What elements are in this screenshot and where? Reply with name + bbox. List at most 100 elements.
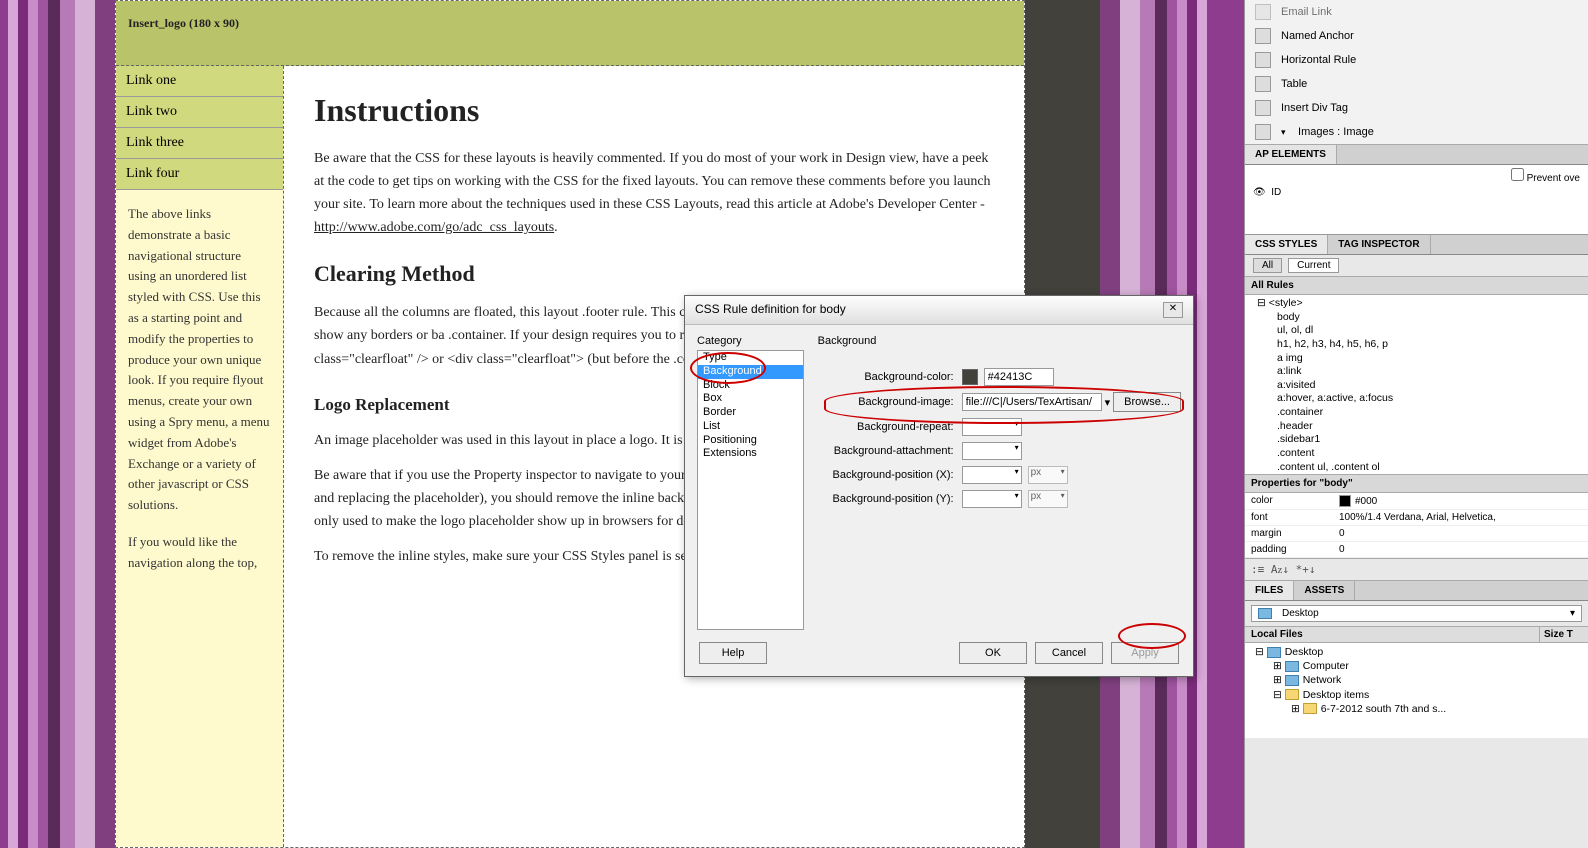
rule-headings[interactable]: h1, h2, h3, h4, h5, h6, p [1249, 338, 1584, 352]
bgposx-dropdown[interactable] [962, 466, 1022, 484]
dialog-title-text: CSS Rule definition for body [695, 302, 846, 318]
insert-email-link[interactable]: Email Link [1245, 0, 1588, 24]
css-subtab-current[interactable]: Current [1288, 258, 1339, 273]
insert-div-tag[interactable]: Insert Div Tag [1245, 96, 1588, 120]
ok-button[interactable]: OK [959, 642, 1027, 664]
insert-images[interactable]: ▾ Images : Image [1245, 120, 1588, 144]
assets-tab[interactable]: ASSETS [1294, 581, 1355, 600]
rule-sidebar1[interactable]: .sidebar1 [1249, 433, 1584, 447]
cat-type[interactable]: Type [698, 351, 803, 365]
nav-link-three[interactable]: Link three [116, 128, 283, 159]
category-list[interactable]: Type Background Block Box Border List Po… [697, 350, 804, 630]
sidebar-para-1: The above links demonstrate a basic navi… [128, 204, 271, 516]
props-table: color#000 font100%/1.4 Verdana, Arial, H… [1245, 493, 1588, 559]
all-rules-header: All Rules [1245, 277, 1588, 295]
bgattach-label: Background-attachment: [818, 445, 962, 457]
rule-aimg[interactable]: a img [1249, 352, 1584, 366]
bgposy-dropdown[interactable] [962, 490, 1022, 508]
files-site-dropdown[interactable]: Desktop▾ [1251, 605, 1582, 622]
apply-button[interactable]: Apply [1111, 642, 1179, 664]
insert-horizontal-rule[interactable]: Horizontal Rule [1245, 48, 1588, 72]
help-button[interactable]: Help [699, 642, 767, 664]
form-section-label: Background [818, 335, 1181, 347]
dialog-titlebar[interactable]: CSS Rule definition for body ✕ [685, 296, 1193, 325]
nav-link-one[interactable]: Link one [116, 66, 283, 97]
browse-button[interactable]: Browse... [1113, 392, 1181, 412]
bgposx-label: Background-position (X): [818, 469, 962, 481]
files-columns: Local Files Size T [1245, 626, 1588, 643]
nav-link-four[interactable]: Link four [116, 159, 283, 190]
insert-panel: Email Link Named Anchor Horizontal Rule … [1245, 0, 1588, 145]
bgrepeat-dropdown[interactable] [962, 418, 1022, 436]
rule-container[interactable]: .container [1249, 406, 1584, 420]
rule-ahover[interactable]: a:hover, a:active, a:focus [1249, 392, 1584, 406]
rule-avisited[interactable]: a:visited [1249, 379, 1584, 393]
bgimage-label: Background-image: [818, 396, 962, 408]
rule-style[interactable]: ⊟ <style> [1249, 297, 1584, 311]
css-subtab-row: All Current [1245, 255, 1588, 277]
col-size[interactable]: Size T [1540, 627, 1588, 642]
logo-placeholder[interactable]: Insert_logo (180 x 90) [128, 16, 239, 31]
link-adobe-layouts[interactable]: http://www.adobe.com/go/adc_css_layouts [314, 220, 554, 235]
css-rules-tree[interactable]: ⊟ <style> body ul, ol, dl h1, h2, h3, h4… [1245, 295, 1588, 475]
rule-content[interactable]: .content [1249, 447, 1584, 461]
nav-link-two[interactable]: Link two [116, 97, 283, 128]
files-tabrow: FILES ASSETS [1245, 581, 1588, 601]
file-network[interactable]: ⊞ Network [1249, 673, 1584, 687]
prop-color[interactable]: color#000 [1245, 493, 1588, 510]
ap-elements-tab[interactable]: AP ELEMENTS [1245, 145, 1337, 164]
cat-box[interactable]: Box [698, 392, 803, 406]
h1-instructions: Instructions [314, 92, 994, 129]
file-computer[interactable]: ⊞ Computer [1249, 659, 1584, 673]
bgimage-input[interactable] [962, 393, 1102, 411]
files-tab[interactable]: FILES [1245, 581, 1294, 600]
table-icon [1255, 76, 1271, 92]
file-desktop[interactable]: ⊟ Desktop [1249, 645, 1584, 659]
bgposx-unit[interactable]: px [1028, 466, 1068, 484]
cat-list-cat[interactable]: List [698, 420, 803, 434]
rule-contentul[interactable]: .content ul, .content ol [1249, 461, 1584, 475]
h2-clearing: Clearing Method [314, 261, 994, 287]
cat-background[interactable]: Background [698, 365, 803, 379]
rule-body[interactable]: body [1249, 311, 1584, 325]
file-folder-672012[interactable]: ⊞ 6-7-2012 south 7th and s... [1249, 702, 1584, 716]
css-rule-definition-dialog: CSS Rule definition for body ✕ Category … [684, 295, 1194, 677]
bgattach-dropdown[interactable] [962, 442, 1022, 460]
prevent-overlap-checkbox[interactable]: Prevent ove [1511, 168, 1580, 184]
cancel-button[interactable]: Cancel [1035, 642, 1103, 664]
props-footer-icons[interactable]: :≡ Aᴢ↓ *+↓ [1245, 559, 1588, 581]
rule-header[interactable]: .header [1249, 420, 1584, 434]
email-link-icon [1255, 4, 1271, 20]
insert-named-anchor[interactable]: Named Anchor [1245, 24, 1588, 48]
files-tree[interactable]: ⊟ Desktop ⊞ Computer ⊞ Network ⊟ Desktop… [1245, 643, 1588, 738]
ap-elements-body: Prevent ove 👁 ID [1245, 165, 1588, 235]
bgposy-label: Background-position (Y): [818, 493, 962, 505]
prop-padding[interactable]: padding0 [1245, 542, 1588, 558]
css-tabrow: CSS STYLES TAG INSPECTOR [1245, 235, 1588, 255]
tag-inspector-tab[interactable]: TAG INSPECTOR [1328, 235, 1430, 254]
category-label: Category [697, 335, 804, 347]
insert-table[interactable]: Table [1245, 72, 1588, 96]
sidebar: Link one Link two Link three Link four T… [116, 66, 284, 847]
css-styles-tab[interactable]: CSS STYLES [1245, 235, 1328, 254]
desktop-icon [1258, 608, 1272, 619]
cat-extensions[interactable]: Extensions [698, 447, 803, 461]
rule-ulol[interactable]: ul, ol, dl [1249, 324, 1584, 338]
cat-positioning[interactable]: Positioning [698, 434, 803, 448]
css-subtab-all[interactable]: All [1253, 258, 1282, 273]
file-desktop-items[interactable]: ⊟ Desktop items [1249, 688, 1584, 702]
prop-font[interactable]: font100%/1.4 Verdana, Arial, Helvetica, [1245, 510, 1588, 526]
col-local-files[interactable]: Local Files [1245, 627, 1540, 642]
bgposy-unit[interactable]: px [1028, 490, 1068, 508]
bgcolor-input[interactable] [984, 368, 1054, 386]
anchor-icon [1255, 28, 1271, 44]
rule-alink[interactable]: a:link [1249, 365, 1584, 379]
dialog-close-button[interactable]: ✕ [1163, 302, 1183, 318]
color-swatch-icon [1339, 495, 1351, 507]
bgcolor-swatch[interactable] [962, 369, 978, 385]
cat-border[interactable]: Border [698, 406, 803, 420]
panels-column: Email Link Named Anchor Horizontal Rule … [1244, 0, 1588, 848]
ap-elements-tabrow: AP ELEMENTS [1245, 145, 1588, 165]
prop-margin[interactable]: margin0 [1245, 526, 1588, 542]
cat-block[interactable]: Block [698, 379, 803, 393]
